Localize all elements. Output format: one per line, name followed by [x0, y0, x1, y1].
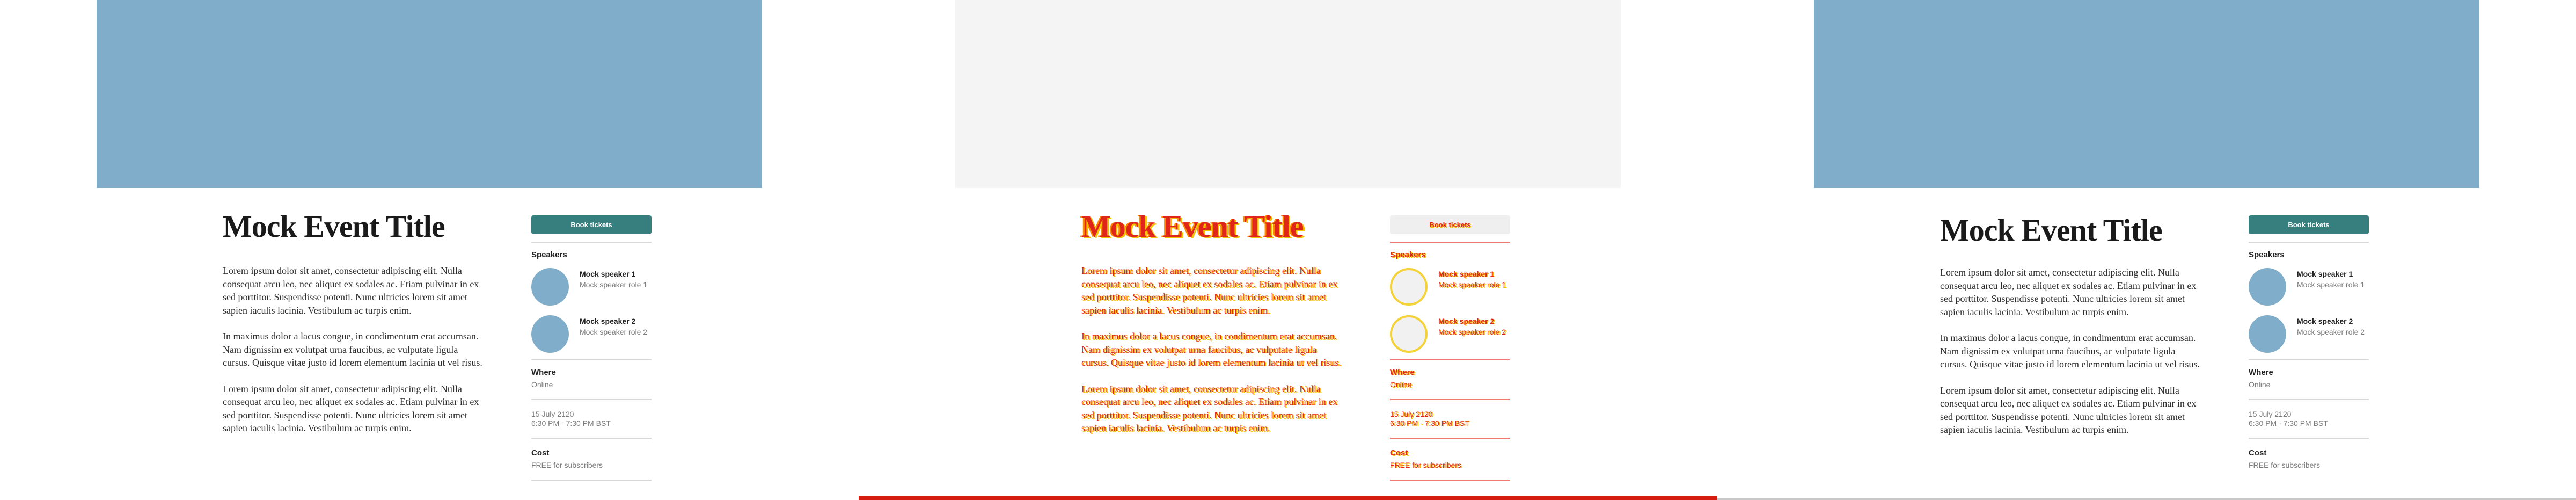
divider [1390, 480, 1510, 481]
book-tickets-button[interactable]: Book tickets [531, 215, 652, 234]
divider [531, 480, 652, 481]
hero-image [1814, 0, 2479, 188]
paragraph: In maximus dolor a lacus congue, in cond… [223, 331, 482, 368]
where-value: Online [2249, 380, 2271, 389]
book-tickets-button[interactable]: Book tickets [2249, 215, 2369, 234]
hero-image [97, 0, 762, 188]
divider [1390, 399, 1510, 400]
speaker-card: Mock speaker 2 Mock speaker role 2 [1390, 315, 1510, 359]
speaker-role: Mock speaker role 2 [580, 328, 648, 336]
speaker-avatar [1390, 315, 1428, 353]
cost-label: Cost [531, 448, 550, 458]
paragraph: Lorem ipsum dolor sit amet, consectetur … [1081, 265, 1338, 316]
where-label: Where [531, 368, 556, 377]
speaker-name: Mock speaker 2 [1438, 317, 1495, 325]
page-title: Mock Event Title [1940, 213, 2163, 248]
panel-current: Mock Event Title Lorem ipsum dolor sit a… [1717, 0, 2576, 500]
where-value: Online [531, 380, 553, 389]
speaker-name: Mock speaker 1 [1438, 270, 1495, 278]
divider [2249, 399, 2369, 400]
speaker-card: Mock speaker 2 Mock speaker role 2 [2249, 315, 2369, 359]
speaker-role: Mock speaker role 2 [2297, 328, 2365, 336]
where-label: Where [1390, 368, 1415, 377]
divider [1390, 438, 1510, 439]
divider [531, 359, 652, 360]
paragraph: In maximus dolor a lacus congue, in cond… [1081, 331, 1341, 368]
hero-image [955, 0, 1621, 188]
panel-reference: Mock Event Title Lorem ipsum dolor sit a… [0, 0, 859, 500]
speaker-card: Mock speaker 1 Mock speaker role 1 [1390, 268, 1510, 312]
divider [1390, 359, 1510, 360]
event-date: 15 July 2120 [2249, 410, 2292, 418]
diff-indicator-bar [859, 496, 1717, 500]
cost-label: Cost [2249, 448, 2267, 458]
divider [2249, 359, 2369, 360]
speaker-role: Mock speaker role 1 [580, 280, 648, 289]
speaker-name: Mock speaker 1 [580, 270, 636, 278]
cost-value: FREE for subscribers [2249, 461, 2321, 469]
divider [531, 438, 652, 439]
paragraph: Lorem ipsum dolor sit amet, consectetur … [1940, 267, 2197, 317]
speaker-avatar [531, 315, 569, 353]
speaker-avatar [2249, 268, 2286, 306]
event-time: 6:30 PM - 7:30 PM BST [531, 419, 611, 427]
event-sidebar: Book tickets Speakers Mock speaker 1 Moc… [1390, 215, 1510, 490]
speaker-name: Mock speaker 2 [2297, 317, 2353, 325]
cost-value: FREE for subscribers [531, 461, 603, 469]
event-sidebar: Book tickets Speakers Mock speaker 1 Moc… [2249, 215, 2369, 470]
speaker-avatar [2249, 315, 2286, 353]
speakers-heading: Speakers [531, 250, 567, 259]
event-sidebar: Book tickets Speakers Mock speaker 1 Moc… [531, 215, 652, 490]
panel-diff: Mock Event Title Lorem ipsum dolor sit a… [859, 0, 1717, 500]
speaker-role: Mock speaker role 2 [1438, 328, 1506, 336]
paragraph: Lorem ipsum dolor sit amet, consectetur … [1940, 385, 2197, 436]
divider [531, 242, 652, 243]
cost-value: FREE for subscribers [1390, 461, 1462, 469]
speaker-avatar [1390, 268, 1428, 306]
speaker-role: Mock speaker role 1 [2297, 280, 2365, 289]
where-label: Where [2249, 368, 2273, 377]
speaker-card: Mock speaker 1 Mock speaker role 1 [531, 268, 652, 312]
divider [2249, 242, 2369, 243]
paragraph: Lorem ipsum dolor sit amet, consectetur … [223, 383, 479, 434]
event-time: 6:30 PM - 7:30 PM BST [2249, 419, 2328, 427]
paragraph: Lorem ipsum dolor sit amet, consectetur … [223, 265, 479, 316]
divider [1717, 498, 2576, 500]
speaker-role: Mock speaker role 1 [1438, 280, 1506, 289]
speakers-heading: Speakers [1390, 250, 1426, 259]
divider [531, 399, 652, 400]
divider [1390, 242, 1510, 243]
event-description: Lorem ipsum dolor sit amet, consectetur … [1081, 264, 1344, 435]
cost-label: Cost [1390, 448, 1408, 458]
speaker-name: Mock speaker 2 [580, 317, 636, 325]
speakers-heading: Speakers [2249, 250, 2285, 259]
speaker-avatar [531, 268, 569, 306]
speaker-card: Mock speaker 2 Mock speaker role 2 [531, 315, 652, 359]
event-date: 15 July 2120 [531, 410, 574, 418]
page-title: Mock Event Title [1081, 209, 1304, 244]
event-date: 15 July 2120 [1390, 410, 1433, 418]
speaker-name: Mock speaker 1 [2297, 270, 2353, 278]
paragraph: Lorem ipsum dolor sit amet, consectetur … [1081, 383, 1338, 434]
paragraph: In maximus dolor a lacus congue, in cond… [1940, 332, 2200, 369]
divider [2249, 438, 2369, 439]
where-value: Online [1390, 380, 1412, 389]
event-description: Lorem ipsum dolor sit amet, consectetur … [1940, 266, 2203, 437]
event-time: 6:30 PM - 7:30 PM BST [1390, 419, 1469, 427]
page-title: Mock Event Title [223, 209, 445, 244]
speaker-card: Mock speaker 1 Mock speaker role 1 [2249, 268, 2369, 312]
book-tickets-button[interactable]: Book tickets [1390, 215, 1510, 234]
event-description: Lorem ipsum dolor sit amet, consectetur … [223, 264, 486, 435]
